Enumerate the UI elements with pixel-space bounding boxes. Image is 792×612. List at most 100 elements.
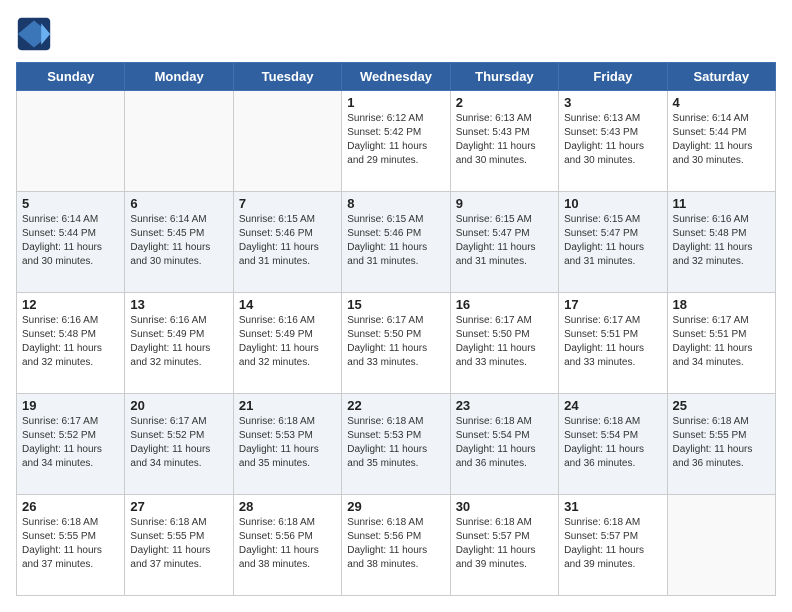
day-header-saturday: Saturday: [667, 63, 775, 91]
day-info: Sunrise: 6:15 AM Sunset: 5:47 PM Dayligh…: [456, 213, 553, 269]
empty-cell: [667, 495, 775, 596]
day-info: Sunrise: 6:14 AM Sunset: 5:44 PM Dayligh…: [673, 112, 770, 168]
day-info: Sunrise: 6:12 AM Sunset: 5:42 PM Dayligh…: [347, 112, 444, 168]
day-number: 12: [22, 297, 119, 312]
calendar-week-row: 19 Sunrise: 6:17 AM Sunset: 5:52 PM Dayli…: [17, 394, 776, 495]
empty-cell: [125, 91, 233, 192]
day-info: Sunrise: 6:18 AM Sunset: 5:57 PM Dayligh…: [456, 516, 553, 572]
empty-cell: [233, 91, 341, 192]
day-info: Sunrise: 6:15 AM Sunset: 5:46 PM Dayligh…: [347, 213, 444, 269]
calendar-day-cell: 22Sunrise: 6:18 AM Sunset: 5:53 PM Dayli…: [342, 394, 450, 495]
day-number: 20: [130, 398, 227, 413]
calendar-day-cell: 15 Sunrise: 6:17 AM Sunset: 5:50 PM Dayli…: [342, 293, 450, 394]
day-info: Sunrise: 6:16 AM Sunset: 5:48 PM Dayligh…: [22, 314, 119, 370]
calendar-day-cell: 21 Sunrise: 6:18 AM Sunset: 5:53 PM Dayli…: [233, 394, 341, 495]
day-number: 5: [22, 196, 119, 211]
calendar-day-cell: 14 Sunrise: 6:16 AM Sunset: 5:49 PM Dayli…: [233, 293, 341, 394]
general-blue-logo-icon: [16, 16, 52, 52]
day-number: 14: [239, 297, 336, 312]
day-info: Sunrise: 6:18 AM Sunset: 5:57 PM Dayligh…: [564, 516, 661, 572]
day-number: 8: [347, 196, 444, 211]
day-number: 28: [239, 499, 336, 514]
day-number: 4: [673, 95, 770, 110]
day-info: Sunrise: 6:18 AM Sunset: 5:55 PM Dayligh…: [673, 415, 770, 471]
calendar-week-row: 26 Sunrise: 6:18 AM Sunset: 5:55 PM Dayli…: [17, 495, 776, 596]
day-info: Sunrise: 6:17 AM Sunset: 5:52 PM Dayligh…: [22, 415, 119, 471]
day-number: 16: [456, 297, 553, 312]
calendar-day-cell: 13Sunrise: 6:16 AM Sunset: 5:49 PM Dayli…: [125, 293, 233, 394]
day-number: 17: [564, 297, 661, 312]
day-info: Sunrise: 6:14 AM Sunset: 5:44 PM Dayligh…: [22, 213, 119, 269]
day-number: 9: [456, 196, 553, 211]
logo: [16, 16, 56, 52]
day-number: 22: [347, 398, 444, 413]
day-info: Sunrise: 6:18 AM Sunset: 5:54 PM Dayligh…: [456, 415, 553, 471]
day-number: 2: [456, 95, 553, 110]
day-info: Sunrise: 6:17 AM Sunset: 5:52 PM Dayligh…: [130, 415, 227, 471]
day-number: 21: [239, 398, 336, 413]
day-info: Sunrise: 6:17 AM Sunset: 5:51 PM Dayligh…: [564, 314, 661, 370]
day-info: Sunrise: 6:18 AM Sunset: 5:55 PM Dayligh…: [130, 516, 227, 572]
day-number: 19: [22, 398, 119, 413]
day-number: 13: [130, 297, 227, 312]
day-info: Sunrise: 6:17 AM Sunset: 5:50 PM Dayligh…: [347, 314, 444, 370]
calendar-day-cell: 1Sunrise: 6:12 AM Sunset: 5:42 PM Daylig…: [342, 91, 450, 192]
calendar-day-cell: 23 Sunrise: 6:18 AM Sunset: 5:54 PM Dayli…: [450, 394, 558, 495]
day-number: 3: [564, 95, 661, 110]
day-number: 10: [564, 196, 661, 211]
day-header-wednesday: Wednesday: [342, 63, 450, 91]
calendar-day-cell: 9 Sunrise: 6:15 AM Sunset: 5:47 PM Daylig…: [450, 192, 558, 293]
day-number: 24: [564, 398, 661, 413]
calendar-day-cell: 20 Sunrise: 6:17 AM Sunset: 5:52 PM Dayli…: [125, 394, 233, 495]
calendar-day-cell: 4 Sunrise: 6:14 AM Sunset: 5:44 PM Daylig…: [667, 91, 775, 192]
day-info: Sunrise: 6:15 AM Sunset: 5:46 PM Dayligh…: [239, 213, 336, 269]
day-header-thursday: Thursday: [450, 63, 558, 91]
day-number: 7: [239, 196, 336, 211]
day-number: 25: [673, 398, 770, 413]
day-info: Sunrise: 6:13 AM Sunset: 5:43 PM Dayligh…: [564, 112, 661, 168]
calendar-week-row: 12 Sunrise: 6:16 AM Sunset: 5:48 PM Dayli…: [17, 293, 776, 394]
day-header-sunday: Sunday: [17, 63, 125, 91]
calendar-day-cell: 8 Sunrise: 6:15 AM Sunset: 5:46 PM Daylig…: [342, 192, 450, 293]
day-info: Sunrise: 6:18 AM Sunset: 5:56 PM Dayligh…: [239, 516, 336, 572]
day-header-monday: Monday: [125, 63, 233, 91]
day-info: Sunrise: 6:16 AM Sunset: 5:49 PM Dayligh…: [239, 314, 336, 370]
calendar-day-cell: 31 Sunrise: 6:18 AM Sunset: 5:57 PM Dayli…: [559, 495, 667, 596]
calendar-day-cell: 5 Sunrise: 6:14 AM Sunset: 5:44 PM Daylig…: [17, 192, 125, 293]
day-header-tuesday: Tuesday: [233, 63, 341, 91]
calendar-day-cell: 27Sunrise: 6:18 AM Sunset: 5:55 PM Dayli…: [125, 495, 233, 596]
day-header-friday: Friday: [559, 63, 667, 91]
calendar-day-cell: 25 Sunrise: 6:18 AM Sunset: 5:55 PM Dayli…: [667, 394, 775, 495]
calendar-day-cell: 17 Sunrise: 6:17 AM Sunset: 5:51 PM Dayli…: [559, 293, 667, 394]
day-number: 18: [673, 297, 770, 312]
calendar-week-row: 1Sunrise: 6:12 AM Sunset: 5:42 PM Daylig…: [17, 91, 776, 192]
calendar-header-row: SundayMondayTuesdayWednesdayThursdayFrid…: [17, 63, 776, 91]
day-info: Sunrise: 6:16 AM Sunset: 5:48 PM Dayligh…: [673, 213, 770, 269]
day-info: Sunrise: 6:17 AM Sunset: 5:51 PM Dayligh…: [673, 314, 770, 370]
calendar-day-cell: 6 Sunrise: 6:14 AM Sunset: 5:45 PM Daylig…: [125, 192, 233, 293]
empty-cell: [17, 91, 125, 192]
calendar-day-cell: 11 Sunrise: 6:16 AM Sunset: 5:48 PM Dayli…: [667, 192, 775, 293]
calendar-day-cell: 19 Sunrise: 6:17 AM Sunset: 5:52 PM Dayli…: [17, 394, 125, 495]
calendar-day-cell: 28 Sunrise: 6:18 AM Sunset: 5:56 PM Dayli…: [233, 495, 341, 596]
calendar-day-cell: 2Sunrise: 6:13 AM Sunset: 5:43 PM Daylig…: [450, 91, 558, 192]
day-number: 30: [456, 499, 553, 514]
calendar-day-cell: 30 Sunrise: 6:18 AM Sunset: 5:57 PM Dayli…: [450, 495, 558, 596]
header: [16, 16, 776, 52]
day-number: 26: [22, 499, 119, 514]
day-info: Sunrise: 6:14 AM Sunset: 5:45 PM Dayligh…: [130, 213, 227, 269]
day-number: 15: [347, 297, 444, 312]
calendar-day-cell: 12 Sunrise: 6:16 AM Sunset: 5:48 PM Dayli…: [17, 293, 125, 394]
calendar-day-cell: 29Sunrise: 6:18 AM Sunset: 5:56 PM Dayli…: [342, 495, 450, 596]
calendar-day-cell: 24 Sunrise: 6:18 AM Sunset: 5:54 PM Dayli…: [559, 394, 667, 495]
day-number: 29: [347, 499, 444, 514]
day-number: 11: [673, 196, 770, 211]
day-number: 23: [456, 398, 553, 413]
day-info: Sunrise: 6:18 AM Sunset: 5:54 PM Dayligh…: [564, 415, 661, 471]
day-number: 31: [564, 499, 661, 514]
day-info: Sunrise: 6:17 AM Sunset: 5:50 PM Dayligh…: [456, 314, 553, 370]
calendar-week-row: 5 Sunrise: 6:14 AM Sunset: 5:44 PM Daylig…: [17, 192, 776, 293]
calendar-day-cell: 7 Sunrise: 6:15 AM Sunset: 5:46 PM Daylig…: [233, 192, 341, 293]
day-number: 6: [130, 196, 227, 211]
day-info: Sunrise: 6:18 AM Sunset: 5:53 PM Dayligh…: [239, 415, 336, 471]
